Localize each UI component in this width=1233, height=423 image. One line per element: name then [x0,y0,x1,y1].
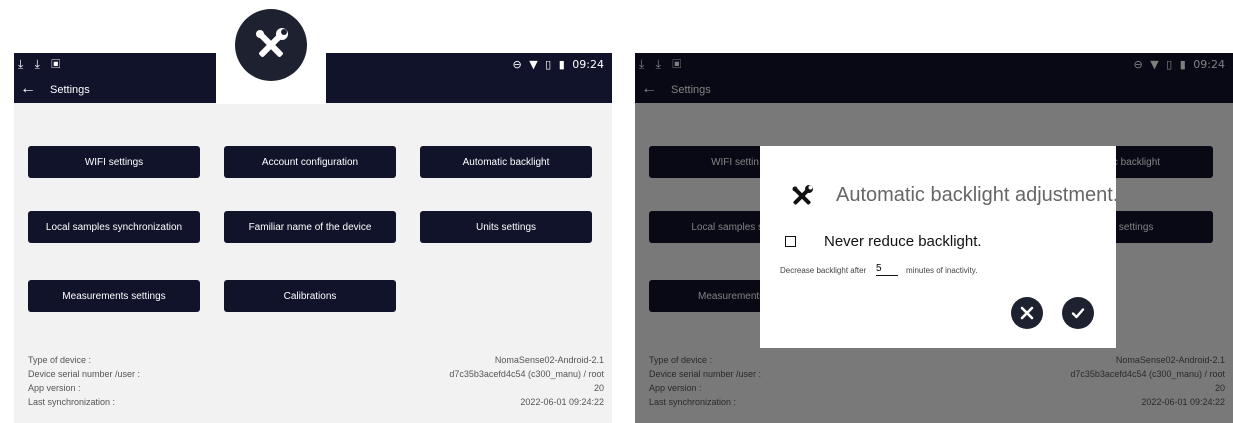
decrease-prefix-label: Decrease backlight after [780,266,867,275]
app-version-label: App version : [28,383,81,393]
account-configuration-button[interactable]: Account configuration [224,146,396,178]
cancel-button[interactable] [1011,297,1043,329]
wifi-icon: ▼ [529,58,538,71]
settings-screen: ⤓ ⤓ ▣ ⊖ ▼ ▯ ▮ 09:24 ← Settings WIFI sett… [14,53,612,423]
last-sync-label: Last synchronization : [28,397,116,407]
confirm-button[interactable] [1062,297,1094,329]
familiar-name-button[interactable]: Familiar name of the device [224,211,396,243]
tools-icon-card [216,2,326,104]
minutes-input[interactable] [876,262,898,276]
back-arrow-icon[interactable]: ← [20,80,36,98]
close-icon [1020,306,1034,320]
serial-number-label: Device serial number /user : [28,369,141,379]
check-icon [1071,308,1085,319]
status-right: ⊖ ▼ ▯ ▮ 09:24 [508,58,604,71]
units-settings-button[interactable]: Units settings [420,211,592,243]
local-samples-sync-button[interactable]: Local samples synchronization [28,211,200,243]
never-reduce-label: Never reduce backlight. [824,233,982,250]
app-version-value: 20 [593,383,604,393]
dialog-title: Automatic backlight adjustment. [836,184,1116,206]
settings-screen-dialog: ⤓ ⤓ ▣ ⊖ ▼ ▯ ▮ 09:24 ← Settings WIFI sett… [635,53,1233,423]
serial-number-value: d7c35b3acefd4c54 (c300_manu) / root [449,369,604,379]
page-title: Settings [50,84,90,96]
tools-icon [792,185,813,205]
root: ⤓ ⤓ ▣ ⊖ ▼ ▯ ▮ 09:24 ← Settings WIFI sett… [0,0,1233,423]
measurements-settings-button[interactable]: Measurements settings [28,280,200,312]
sim-icon: ▯ [545,58,552,71]
decrease-suffix-label: minutes of inactivity. [906,266,978,275]
status-left-icons: ⤓ ⤓ ▣ [18,57,65,71]
never-reduce-checkbox[interactable] [785,236,796,247]
calibrations-button[interactable]: Calibrations [224,280,396,312]
device-type-value: NomaSense02-Android-2.1 [494,355,604,365]
dnd-icon: ⊖ [512,58,522,71]
backlight-dialog: Automatic backlight adjustment. Never re… [760,146,1116,348]
device-type-label: Type of device : [28,355,92,365]
wifi-settings-button[interactable]: WIFI settings [28,146,200,178]
tools-icon [235,9,307,81]
last-sync-value: 2022-06-01 09:24:22 [520,397,604,407]
status-time: 09:24 [572,58,604,71]
automatic-backlight-button[interactable]: Automatic backlight [420,146,592,178]
battery-icon: ▮ [558,58,565,71]
